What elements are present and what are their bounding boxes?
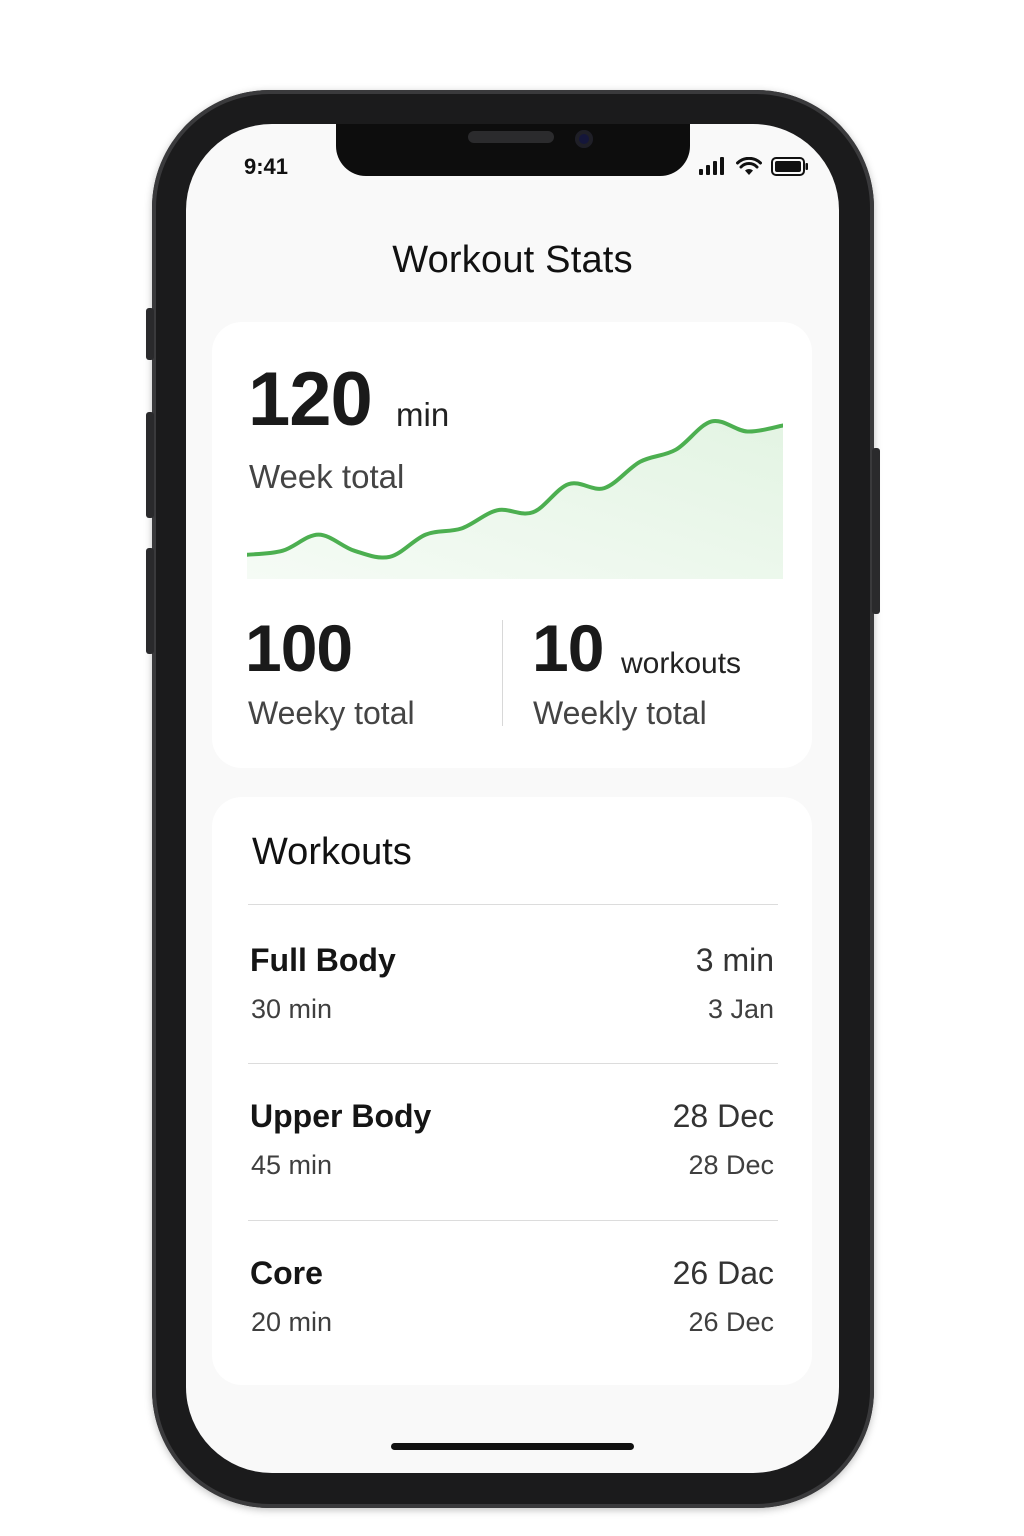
weekly-total-value: 100 [245, 611, 353, 685]
workout-date: 26 Dec [688, 1307, 774, 1337]
battery-icon [771, 156, 808, 176]
workout-right-primary: 26 Dac [672, 1255, 774, 1291]
speaker [468, 131, 554, 143]
stats-divider [502, 620, 503, 726]
row-divider [248, 1220, 778, 1221]
workout-name: Upper Body [250, 1098, 432, 1134]
row-divider [248, 1063, 778, 1064]
silent-switch [146, 308, 154, 360]
workout-name: Core [250, 1255, 323, 1291]
chart-area-fill [247, 420, 783, 579]
workout-duration: 30 min [251, 994, 333, 1024]
home-indicator[interactable] [391, 1443, 634, 1450]
screen: 9:41 Workout Stats 120 min Week total 10… [186, 124, 839, 1473]
workouts-count-unit: workouts [621, 647, 742, 680]
weekly-summary-card: 120 min Week total 100 Weeky total 10 wo… [212, 322, 812, 768]
row-divider [248, 904, 778, 905]
power-button [872, 448, 880, 614]
workouts-section-title: Workouts [252, 831, 412, 873]
front-camera [575, 130, 593, 148]
wifi-icon [736, 156, 762, 175]
workout-right-primary: 3 min [695, 942, 774, 978]
workout-right-primary: 28 Dec [672, 1098, 774, 1134]
signal-icon [699, 157, 724, 175]
workout-date: 3 Jan [707, 994, 774, 1024]
page-title: Workout Stats [392, 239, 633, 281]
workout-date: 28 Dec [688, 1150, 774, 1180]
workout-duration: 20 min [251, 1307, 333, 1337]
workouts-count-label: Weekly total [533, 695, 707, 731]
workout-row[interactable]: Full Body 30 min 3 min 3 Jan [212, 942, 812, 1099]
volume-down-button [146, 548, 154, 654]
weekly-trend-chart [247, 418, 783, 579]
workout-duration: 45 min [251, 1150, 333, 1180]
workout-row[interactable]: Upper Body 45 min 28 Dec 28 Dec [212, 1098, 812, 1255]
notch [336, 124, 690, 176]
volume-up-button [146, 412, 154, 518]
workouts-card: Workouts Full Body 30 min 3 min 3 Jan Up… [212, 797, 812, 1385]
workout-name: Full Body [250, 942, 396, 978]
weekly-total-label: Weeky total [248, 695, 415, 731]
workouts-count-value: 10 [532, 611, 604, 685]
status-icons [699, 156, 809, 176]
workout-row[interactable]: Core 20 min 26 Dac 26 Dec [212, 1255, 812, 1412]
status-time: 9:41 [244, 154, 289, 179]
